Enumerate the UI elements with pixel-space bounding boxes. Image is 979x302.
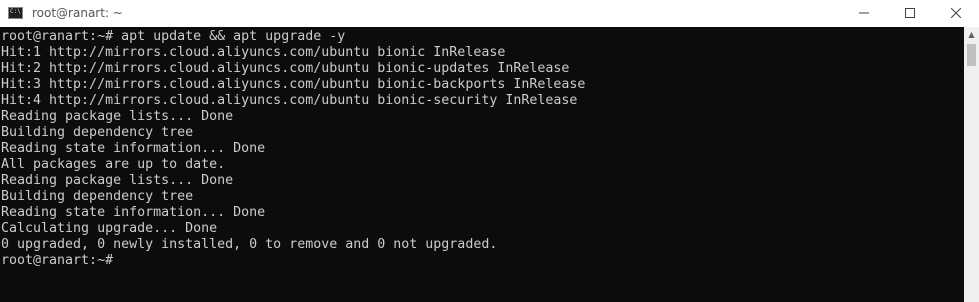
terminal-line: Hit:1 http://mirrors.cloud.aliyuncs.com/… bbox=[1, 45, 506, 60]
terminal-output[interactable]: root@ranart:~# apt update && apt upgrade… bbox=[0, 27, 964, 302]
terminal-line: Reading state information... Done bbox=[1, 205, 266, 220]
terminal-prompt[interactable]: root@ranart:~# bbox=[1, 253, 964, 269]
terminal-window: C:\ root@ranart: ~ root@ranart:~# apt up… bbox=[0, 0, 979, 302]
terminal-icon-label: C:\ bbox=[10, 8, 21, 15]
terminal-icon[interactable]: C:\ bbox=[8, 7, 23, 19]
vertical-scrollbar[interactable]: ▲ bbox=[964, 27, 979, 302]
scroll-up-arrow-icon[interactable]: ▲ bbox=[964, 27, 979, 42]
terminal-line: Calculating upgrade... Done bbox=[1, 221, 218, 236]
terminal-line: Hit:2 http://mirrors.cloud.aliyuncs.com/… bbox=[1, 61, 570, 76]
title-bar[interactable]: C:\ root@ranart: ~ bbox=[0, 0, 979, 26]
terminal-line: All packages are up to date. bbox=[1, 157, 226, 172]
terminal-lines: root@ranart:~# apt update && apt upgrade… bbox=[0, 27, 964, 269]
minimize-button[interactable] bbox=[841, 0, 887, 26]
terminal-line: Hit:3 http://mirrors.cloud.aliyuncs.com/… bbox=[1, 77, 586, 92]
terminal-line: Reading package lists... Done bbox=[1, 109, 234, 124]
terminal-line: Building dependency tree bbox=[1, 125, 194, 140]
close-button[interactable] bbox=[933, 0, 979, 26]
scrollbar-thumb[interactable] bbox=[967, 44, 976, 66]
window-controls bbox=[841, 0, 979, 26]
maximize-button[interactable] bbox=[887, 0, 933, 26]
close-icon bbox=[951, 8, 961, 18]
window-title: root@ranart: ~ bbox=[32, 6, 123, 20]
minimize-icon bbox=[859, 12, 869, 14]
terminal-line: Reading state information... Done bbox=[1, 141, 266, 156]
terminal-line: root@ranart:~# apt update && apt upgrade… bbox=[1, 29, 346, 44]
terminal-line: Building dependency tree bbox=[1, 189, 194, 204]
maximize-icon bbox=[905, 8, 915, 18]
terminal-line: Reading package lists... Done bbox=[1, 173, 234, 188]
terminal-line: Hit:4 http://mirrors.cloud.aliyuncs.com/… bbox=[1, 93, 578, 108]
terminal-line: 0 upgraded, 0 newly installed, 0 to remo… bbox=[1, 237, 498, 252]
